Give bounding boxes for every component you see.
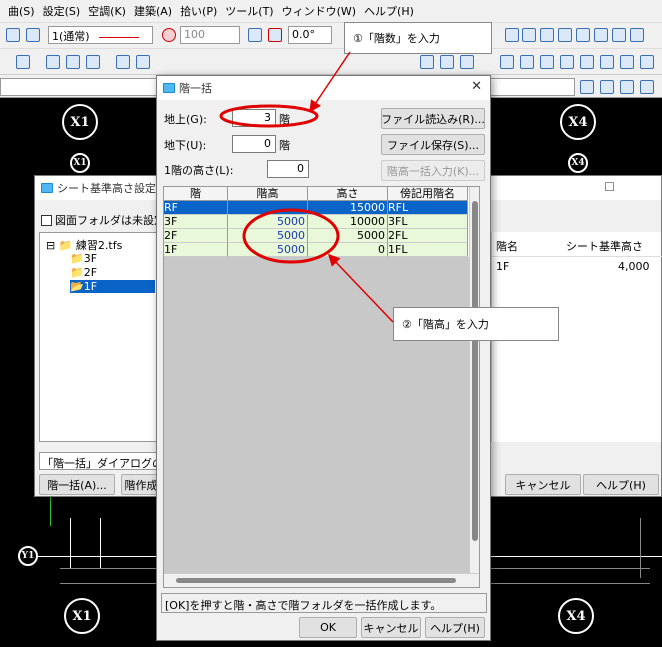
red-annotations xyxy=(219,51,394,323)
highlight-ellipse-floor-count xyxy=(219,104,319,128)
arrow-floor-count xyxy=(309,51,351,113)
highlight-ellipse-floor-height xyxy=(242,208,340,264)
arrow-floor-height xyxy=(327,253,394,323)
